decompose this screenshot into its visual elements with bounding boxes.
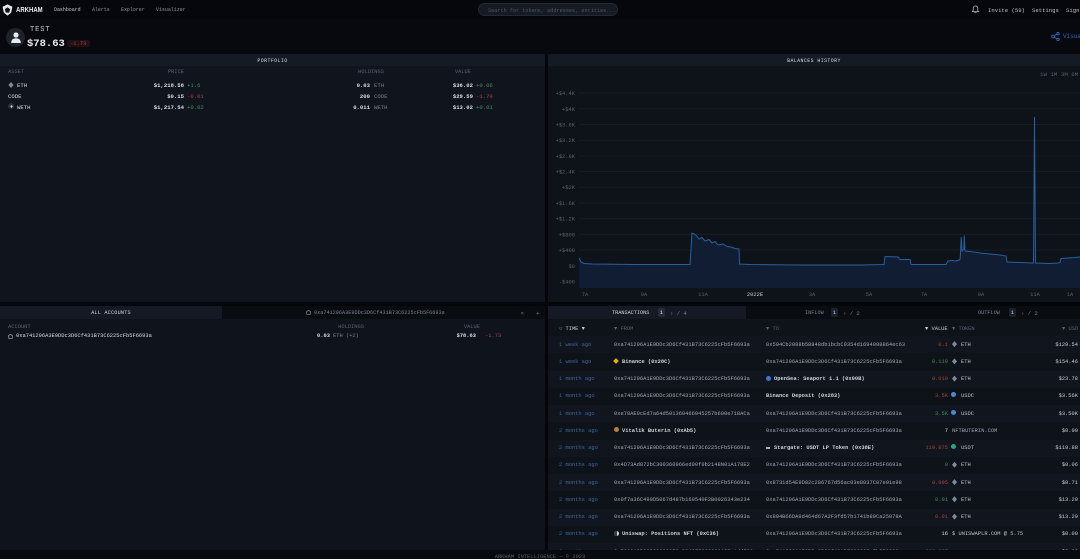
svg-text:7A: 7A xyxy=(582,292,589,298)
svg-text:+$1.2K: +$1.2K xyxy=(556,217,576,223)
svg-text:9A: 9A xyxy=(641,292,648,298)
svg-text:+$4K: +$4K xyxy=(562,107,576,113)
svg-text:2022E: 2022E xyxy=(747,292,763,298)
svg-text:$0: $0 xyxy=(569,264,575,270)
svg-text:+$800: +$800 xyxy=(559,233,575,239)
svg-text:9A: 9A xyxy=(978,292,985,298)
svg-text:1A: 1A xyxy=(1067,292,1074,298)
svg-text:-$400: -$400 xyxy=(559,280,575,286)
svg-text:11A: 11A xyxy=(698,292,708,298)
svg-text:7A: 7A xyxy=(921,292,928,298)
svg-text:+$2K: +$2K xyxy=(562,185,576,191)
svg-text:+$4.4K: +$4.4K xyxy=(556,91,576,97)
svg-text:+$400: +$400 xyxy=(559,248,575,254)
svg-text:+$1.6K: +$1.6K xyxy=(556,201,576,207)
svg-text:+$3.6K: +$3.6K xyxy=(556,123,576,129)
svg-text:3A: 3A xyxy=(809,292,816,298)
svg-text:5A: 5A xyxy=(866,292,873,298)
svg-text:11A: 11A xyxy=(1030,292,1040,298)
svg-text:+$2.8K: +$2.8K xyxy=(556,154,576,160)
svg-text:+$2.4K: +$2.4K xyxy=(556,170,576,176)
svg-text:+$3.2K: +$3.2K xyxy=(556,138,576,144)
